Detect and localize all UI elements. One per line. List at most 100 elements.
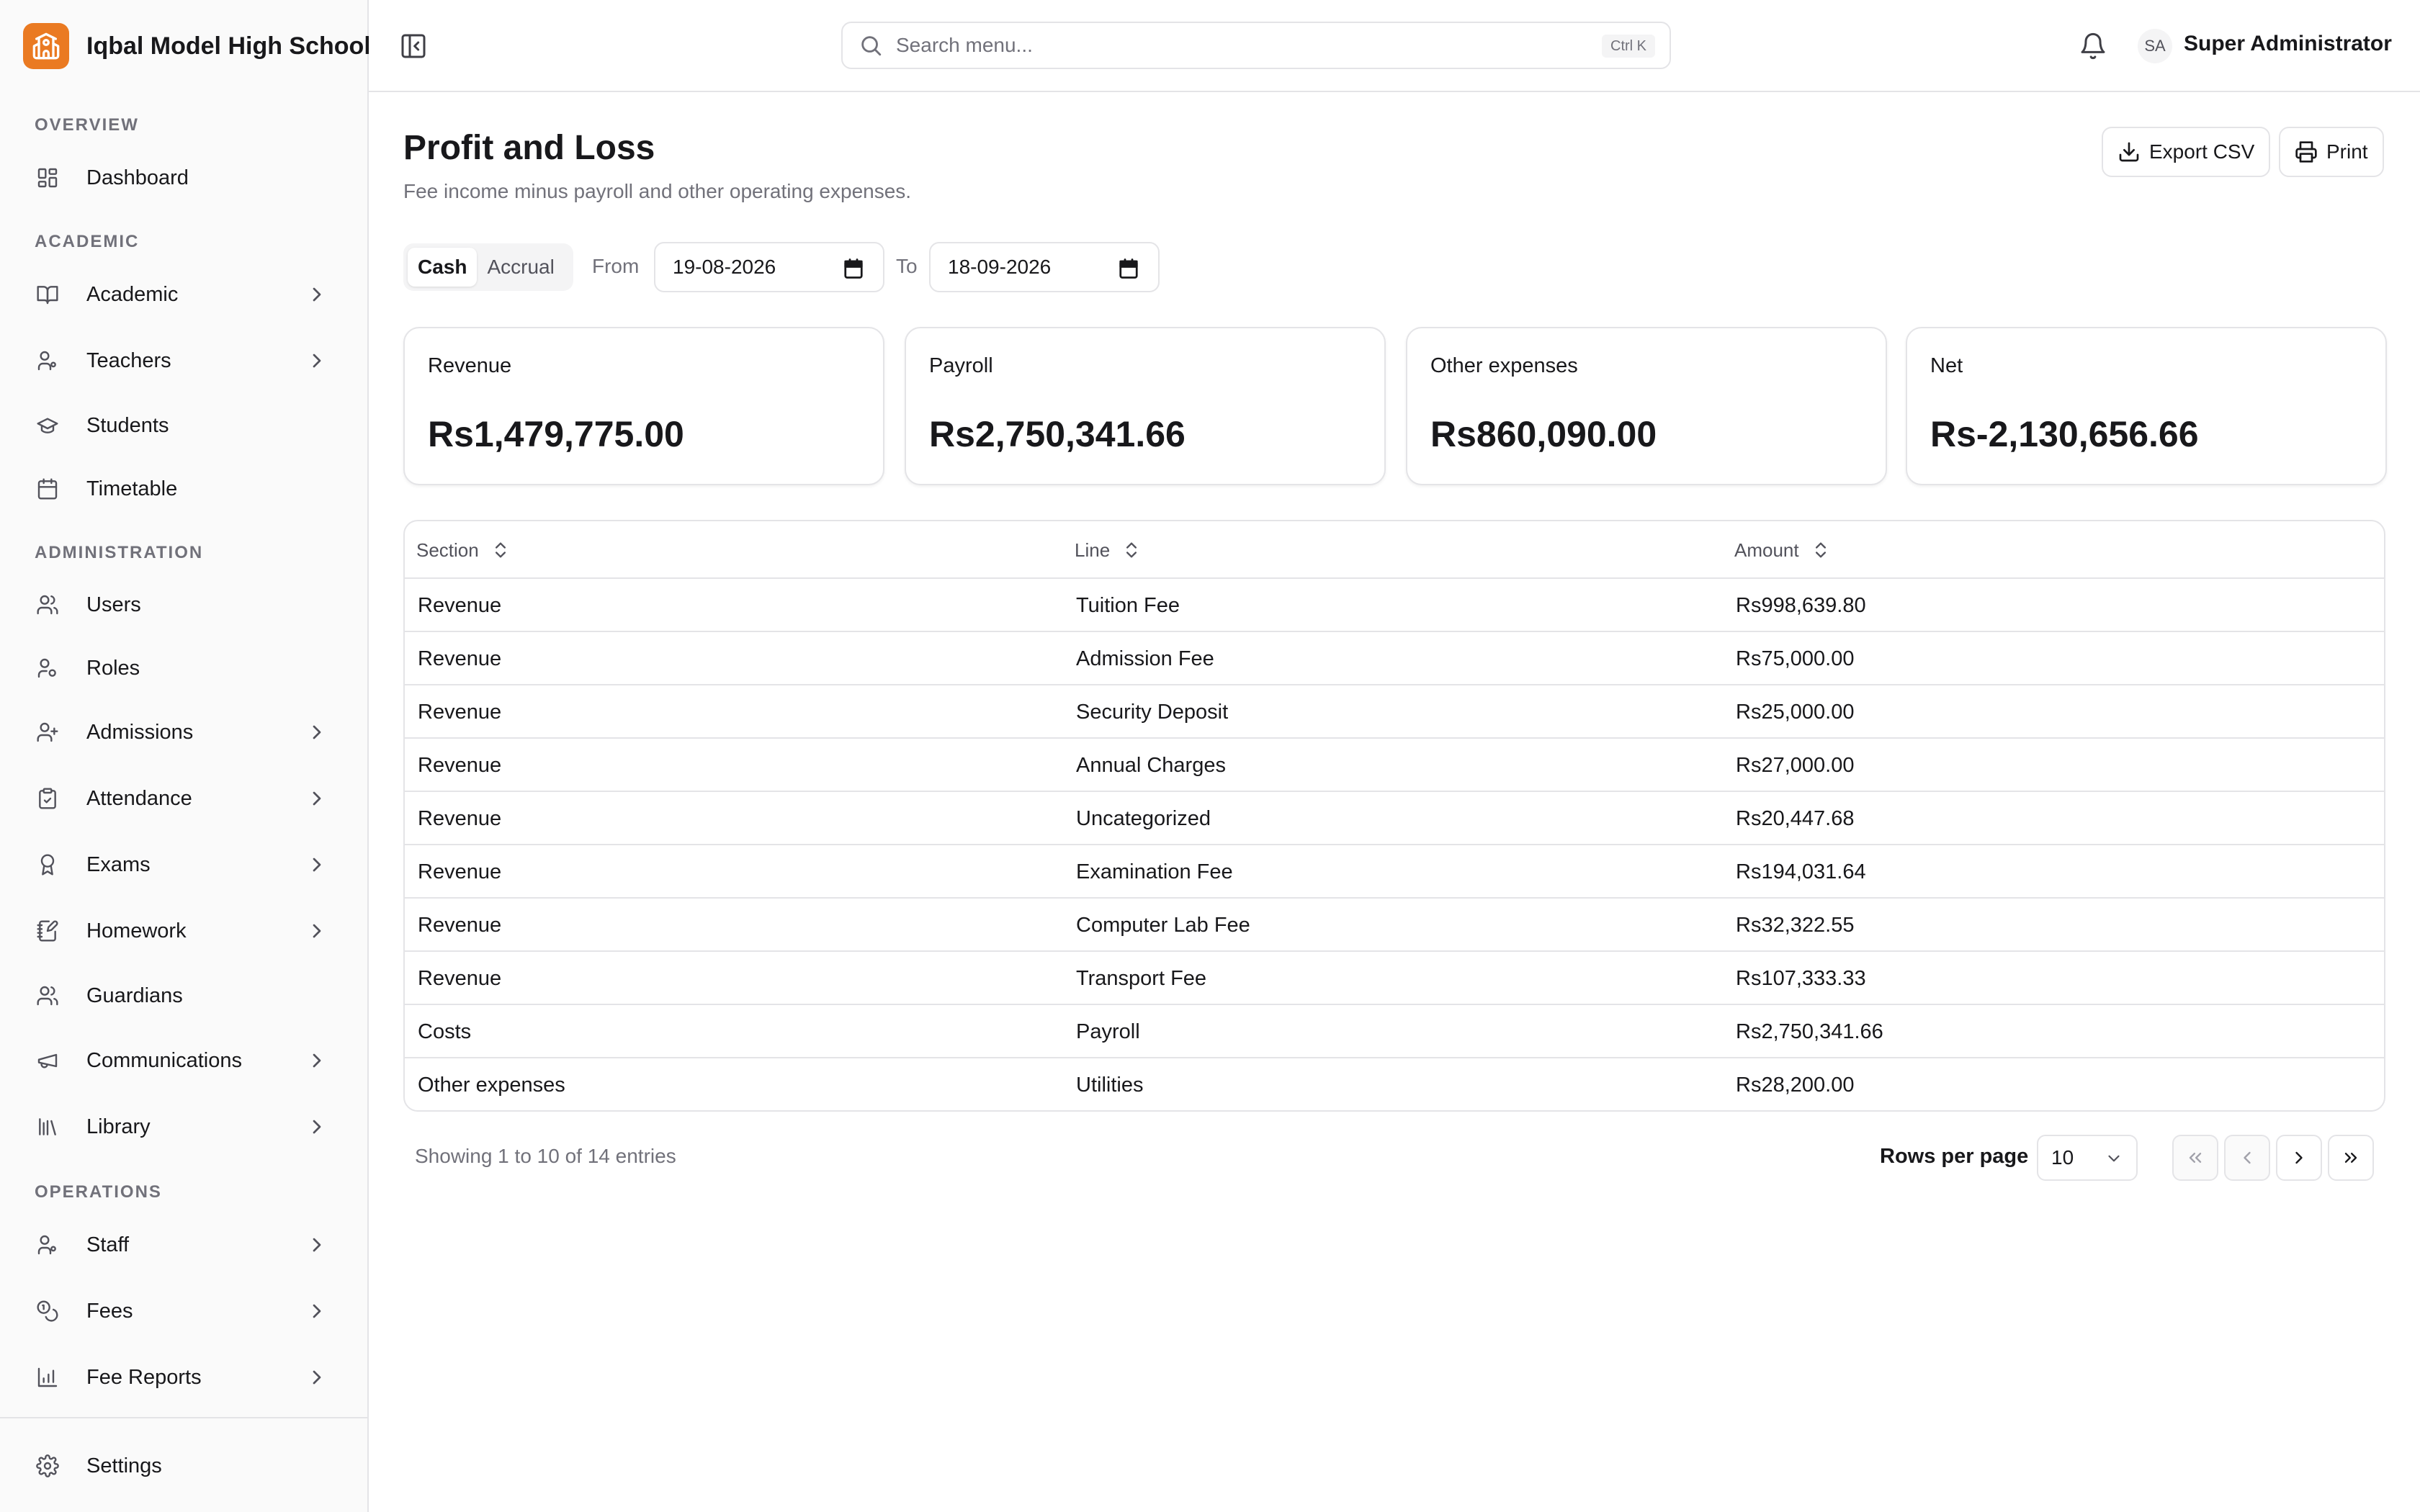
sidebar-item-library[interactable]: Library (35, 1104, 334, 1150)
school-logo-icon (23, 23, 69, 69)
sidebar-item-timetable[interactable]: Timetable (35, 466, 334, 512)
sidebar-item-admissions[interactable]: Admissions (35, 709, 334, 755)
brand[interactable]: Iqbal Model High School (23, 23, 371, 69)
sidebar-item-label: Homework (86, 919, 187, 942)
chevron-left-icon (2244, 1151, 2251, 1164)
search-input[interactable] (896, 34, 1544, 57)
user-plus-icon (35, 719, 60, 745)
rows-per-page-select[interactable]: 10 (2037, 1135, 2138, 1181)
column-header-label: Section (416, 539, 479, 561)
export-csv-button[interactable]: Export CSV (2102, 127, 2271, 177)
chevron-right-icon (305, 721, 328, 744)
cell-section: Revenue (418, 593, 502, 617)
column-header-amount[interactable]: Amount (1734, 521, 1831, 579)
sidebar-item-homework[interactable]: Homework (35, 908, 334, 954)
sidebar-item-academic[interactable]: Academic (35, 271, 334, 318)
table-row: Revenue Examination Fee Rs194,031.64 (405, 845, 2384, 899)
download-icon (2118, 140, 2141, 163)
cell-amount: Rs998,639.80 (1736, 593, 1866, 617)
calendar-icon[interactable] (843, 258, 864, 279)
sidebar-item-staff[interactable]: Staff (35, 1222, 334, 1268)
sidebar-item-label: Fees (86, 1299, 133, 1323)
sidebar-item-users[interactable]: Users (35, 582, 334, 628)
sidebar: Iqbal Model High School OVERVIEW Dashboa… (0, 0, 371, 1512)
cell-section: Revenue (418, 913, 502, 937)
users-icon (35, 983, 60, 1009)
chevron-right-icon (2295, 1151, 2303, 1164)
column-header-line[interactable]: Line (1075, 521, 1142, 579)
sidebar-item-fees[interactable]: Fees (35, 1288, 334, 1334)
cell-amount: Rs32,322.55 (1736, 913, 1855, 937)
profit-loss-table: Section Line Amount Revenue Tuition Fee … (403, 520, 2385, 1112)
user-name[interactable]: Super Administrator (2184, 32, 2392, 56)
sidebar-item-teachers[interactable]: Teachers (35, 338, 334, 384)
sort-icon[interactable] (1811, 540, 1831, 560)
cell-line: Transport Fee (1076, 966, 1207, 990)
cell-section: Costs (418, 1020, 472, 1043)
chevrons-right-icon (2344, 1153, 2357, 1163)
search-shortcut-hint: Ctrl K (1602, 35, 1655, 58)
basis-option-accrual[interactable]: Accrual (477, 248, 564, 287)
coins-icon (35, 1298, 60, 1324)
library-icon (35, 1114, 60, 1140)
brand-name: Iqbal Model High School (86, 32, 371, 60)
table-row: Costs Payroll Rs2,750,341.66 (405, 1005, 2384, 1058)
user-key-icon (35, 655, 60, 681)
sidebar-item-label: Staff (86, 1233, 130, 1256)
table-row: Revenue Admission Fee Rs75,000.00 (405, 632, 2384, 685)
sidebar-item-exams[interactable]: Exams (35, 842, 334, 888)
first-page-button[interactable] (2172, 1135, 2218, 1181)
search-box[interactable]: Ctrl K (841, 22, 1671, 69)
sort-icon[interactable] (490, 540, 511, 560)
summary-value: Rs860,090.00 (1430, 414, 1657, 454)
summary-card-other-expenses: Other expenses Rs860,090.00 (1406, 327, 1887, 485)
sidebar-item-communications[interactable]: Communications (35, 1038, 334, 1084)
sidebar-item-students[interactable]: Students (35, 402, 334, 449)
cell-section: Revenue (418, 806, 502, 830)
summary-card-revenue: Revenue Rs1,479,775.00 (403, 327, 884, 485)
cell-line: Security Deposit (1076, 700, 1229, 724)
sidebar-item-guardians[interactable]: Guardians (35, 973, 334, 1019)
sort-icon[interactable] (1121, 540, 1142, 560)
column-header-section[interactable]: Section (416, 521, 511, 579)
sidebar-toggle-icon[interactable] (399, 32, 428, 60)
cell-line: Tuition Fee (1076, 593, 1180, 617)
dashboard-icon (35, 165, 60, 191)
cell-line: Examination Fee (1076, 860, 1233, 883)
calendar-icon[interactable] (1118, 258, 1139, 279)
sidebar-item-settings[interactable]: Settings (35, 1443, 334, 1489)
chevron-right-icon (305, 283, 328, 306)
summary-value: Rs2,750,341.66 (929, 414, 1186, 454)
sidebar-item-fee-reports[interactable]: Fee Reports (35, 1354, 334, 1400)
column-header-label: Amount (1734, 539, 1799, 561)
table-row: Revenue Uncategorized Rs20,447.68 (405, 792, 2384, 845)
graduation-cap-icon (35, 413, 60, 438)
to-date-input[interactable]: 18-09-2026 (929, 242, 1160, 292)
previous-page-button[interactable] (2224, 1135, 2270, 1181)
sidebar-item-label: Users (86, 593, 141, 616)
users-icon (35, 592, 60, 618)
nav-section-overview: OVERVIEW (35, 115, 139, 135)
avatar[interactable]: SA (2138, 29, 2172, 63)
table-header: Section Line Amount (405, 521, 2384, 579)
page-subtitle: Fee income minus payroll and other opera… (403, 180, 912, 202)
bell-icon[interactable] (2079, 32, 2107, 60)
to-label: To (896, 255, 918, 277)
chevron-right-icon (305, 349, 328, 372)
basis-option-cash[interactable]: Cash (408, 248, 478, 287)
cell-amount: Rs25,000.00 (1736, 700, 1855, 724)
sidebar-item-attendance[interactable]: Attendance (35, 775, 334, 822)
sidebar-item-dashboard[interactable]: Dashboard (35, 155, 334, 201)
cell-section: Revenue (418, 700, 502, 724)
last-page-button[interactable] (2328, 1135, 2374, 1181)
cell-amount: Rs75,000.00 (1736, 647, 1855, 670)
from-date-input[interactable]: 19-08-2026 (654, 242, 884, 292)
summary-label: Net (1930, 354, 1963, 377)
page-title: Profit and Loss (403, 129, 655, 167)
next-page-button[interactable] (2276, 1135, 2322, 1181)
user-icon (35, 1232, 60, 1258)
print-button[interactable]: Print (2279, 127, 2384, 177)
chevrons-left-icon (2189, 1153, 2202, 1163)
sidebar-item-roles[interactable]: Roles (35, 645, 334, 691)
cell-amount: Rs28,200.00 (1736, 1073, 1855, 1097)
